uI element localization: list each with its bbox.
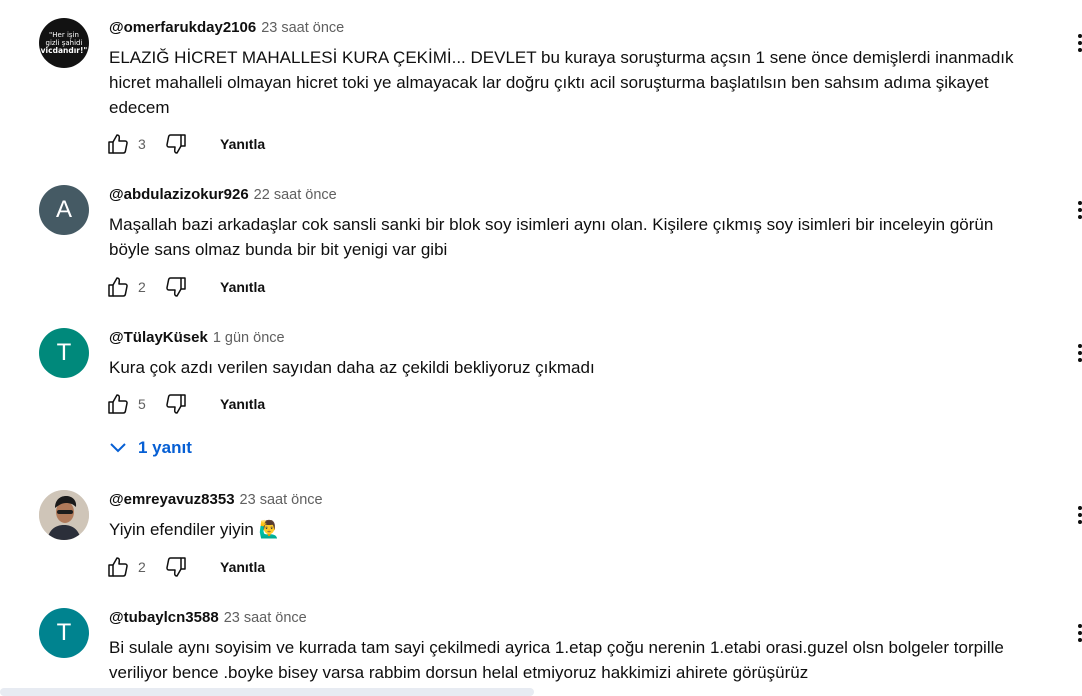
comment-actions: 3 Yanıtla bbox=[106, 132, 265, 156]
comment-header: @abdulazizokur926 22 saat önce bbox=[109, 186, 1022, 206]
dislike-icon[interactable] bbox=[164, 555, 188, 579]
comment-body: @omerfarukday2106 23 saat önce ELAZIĞ Hİ… bbox=[109, 19, 1022, 120]
chevron-down-icon bbox=[110, 443, 126, 453]
comment-time[interactable]: 23 saat önce bbox=[240, 492, 323, 508]
author-name[interactable]: @tubaylcn3588 bbox=[109, 609, 219, 626]
like-icon[interactable] bbox=[106, 392, 130, 416]
comment-body: @emreyavuz8353 23 saat önce Yiyin efendi… bbox=[109, 491, 1022, 542]
more-actions-icon[interactable] bbox=[1070, 198, 1082, 222]
comment-time[interactable]: 23 saat önce bbox=[261, 20, 344, 36]
author-name[interactable]: @abdulazizokur926 bbox=[109, 186, 249, 203]
comment-actions: 5 Yanıtla bbox=[106, 392, 265, 416]
view-replies-button[interactable]: 1 yanıt bbox=[110, 435, 192, 461]
more-actions-icon[interactable] bbox=[1070, 621, 1082, 645]
like-icon[interactable] bbox=[106, 555, 130, 579]
like-count: 5 bbox=[138, 396, 146, 412]
comment-header: @omerfarukday2106 23 saat önce bbox=[109, 19, 1022, 39]
author-name[interactable]: @emreyavuz8353 bbox=[109, 491, 235, 508]
more-actions-icon[interactable] bbox=[1070, 31, 1082, 55]
reply-button[interactable]: Yanıtla bbox=[220, 136, 265, 152]
comment-text-line: hicret mahalleli olmayan hicret toki ye … bbox=[109, 73, 989, 92]
comment-text-line: veriliyor bence .boyke bisey varsa rabbi… bbox=[109, 663, 809, 682]
reply-button[interactable]: Yanıtla bbox=[220, 396, 265, 412]
comment-header: @TülayKüsek 1 gün önce bbox=[109, 329, 1022, 349]
like-count: 2 bbox=[138, 279, 146, 295]
more-actions-icon[interactable] bbox=[1070, 341, 1082, 365]
author-name[interactable]: @TülayKüsek bbox=[109, 329, 208, 346]
comment-body: @tubaylcn3588 23 saat önce Bi sulale ayn… bbox=[109, 609, 1022, 685]
dislike-icon[interactable] bbox=[164, 275, 188, 299]
avatar[interactable]: T bbox=[39, 328, 89, 378]
like-count: 2 bbox=[138, 559, 146, 575]
comment-header: @emreyavuz8353 23 saat önce bbox=[109, 491, 1022, 511]
comment-text-line: Maşallah bazi arkadaşlar cok sansli sank… bbox=[109, 215, 994, 234]
avatar[interactable]: T bbox=[39, 608, 89, 658]
avatar-text-line: vicdandır!" bbox=[40, 46, 88, 55]
comment-text: Kura çok azdı verilen sayıdan daha az çe… bbox=[109, 355, 1022, 380]
horizontal-scrollbar[interactable] bbox=[0, 688, 534, 696]
comment-body: @abdulazizokur926 22 saat önce Maşallah … bbox=[109, 186, 1022, 262]
comment-text: Bi sulale aynı soyisim ve kurrada tam sa… bbox=[109, 635, 1022, 685]
more-actions-icon[interactable] bbox=[1070, 503, 1082, 527]
comment-text: Yiyin efendiler yiyin 🙋‍♂️ bbox=[109, 517, 1022, 542]
comment-time[interactable]: 22 saat önce bbox=[254, 187, 337, 203]
comment-text-line: Yiyin efendiler yiyin 🙋‍♂️ bbox=[109, 520, 280, 539]
replies-count-label: 1 yanıt bbox=[138, 438, 192, 457]
like-count: 3 bbox=[138, 136, 146, 152]
comment-actions: 2 Yanıtla bbox=[106, 555, 265, 579]
comment-text-line: ELAZIĞ HİCRET MAHALLESİ KURA ÇEKİMİ... D… bbox=[109, 48, 1014, 67]
comment-actions: 2 Yanıtla bbox=[106, 275, 265, 299]
comment-body: @TülayKüsek 1 gün önce Kura çok azdı ver… bbox=[109, 329, 1022, 380]
comment-time[interactable]: 23 saat önce bbox=[224, 610, 307, 626]
reply-button[interactable]: Yanıtla bbox=[220, 279, 265, 295]
avatar-letter: T bbox=[56, 619, 72, 646]
comment-header: @tubaylcn3588 23 saat önce bbox=[109, 609, 1022, 629]
avatar-letter: A bbox=[55, 196, 72, 223]
comments-section: "Her işin gizli şahidi vicdandır!" @omer… bbox=[0, 0, 1082, 696]
avatar-image-text: "Her işin gizli şahidi vicdandır!" bbox=[41, 31, 88, 55]
author-name[interactable]: @omerfarukday2106 bbox=[109, 19, 256, 36]
comment-text-line: edecem bbox=[109, 98, 170, 117]
avatar-text-line: "Her işin bbox=[49, 31, 79, 39]
comment-text-line: Bi sulale aynı soyisim ve kurrada tam sa… bbox=[109, 638, 1004, 657]
avatar-letter: T bbox=[56, 339, 72, 366]
dislike-icon[interactable] bbox=[164, 392, 188, 416]
like-icon[interactable] bbox=[106, 275, 130, 299]
comment-text: ELAZIĞ HİCRET MAHALLESİ KURA ÇEKİMİ... D… bbox=[109, 45, 1022, 120]
comment-time[interactable]: 1 gün önce bbox=[213, 330, 285, 346]
user-photo-icon bbox=[39, 490, 89, 540]
like-icon[interactable] bbox=[106, 132, 130, 156]
comment-text-line: böyle sans olmaz bunda bir bit yenigi va… bbox=[109, 240, 448, 259]
dislike-icon[interactable] bbox=[164, 132, 188, 156]
comment-text-line: Kura çok azdı verilen sayıdan daha az çe… bbox=[109, 358, 595, 377]
reply-button[interactable]: Yanıtla bbox=[220, 559, 265, 575]
comment-text: Maşallah bazi arkadaşlar cok sansli sank… bbox=[109, 212, 1022, 262]
avatar[interactable]: "Her işin gizli şahidi vicdandır!" bbox=[39, 18, 89, 68]
avatar[interactable] bbox=[39, 490, 89, 540]
avatar[interactable]: A bbox=[39, 185, 89, 235]
